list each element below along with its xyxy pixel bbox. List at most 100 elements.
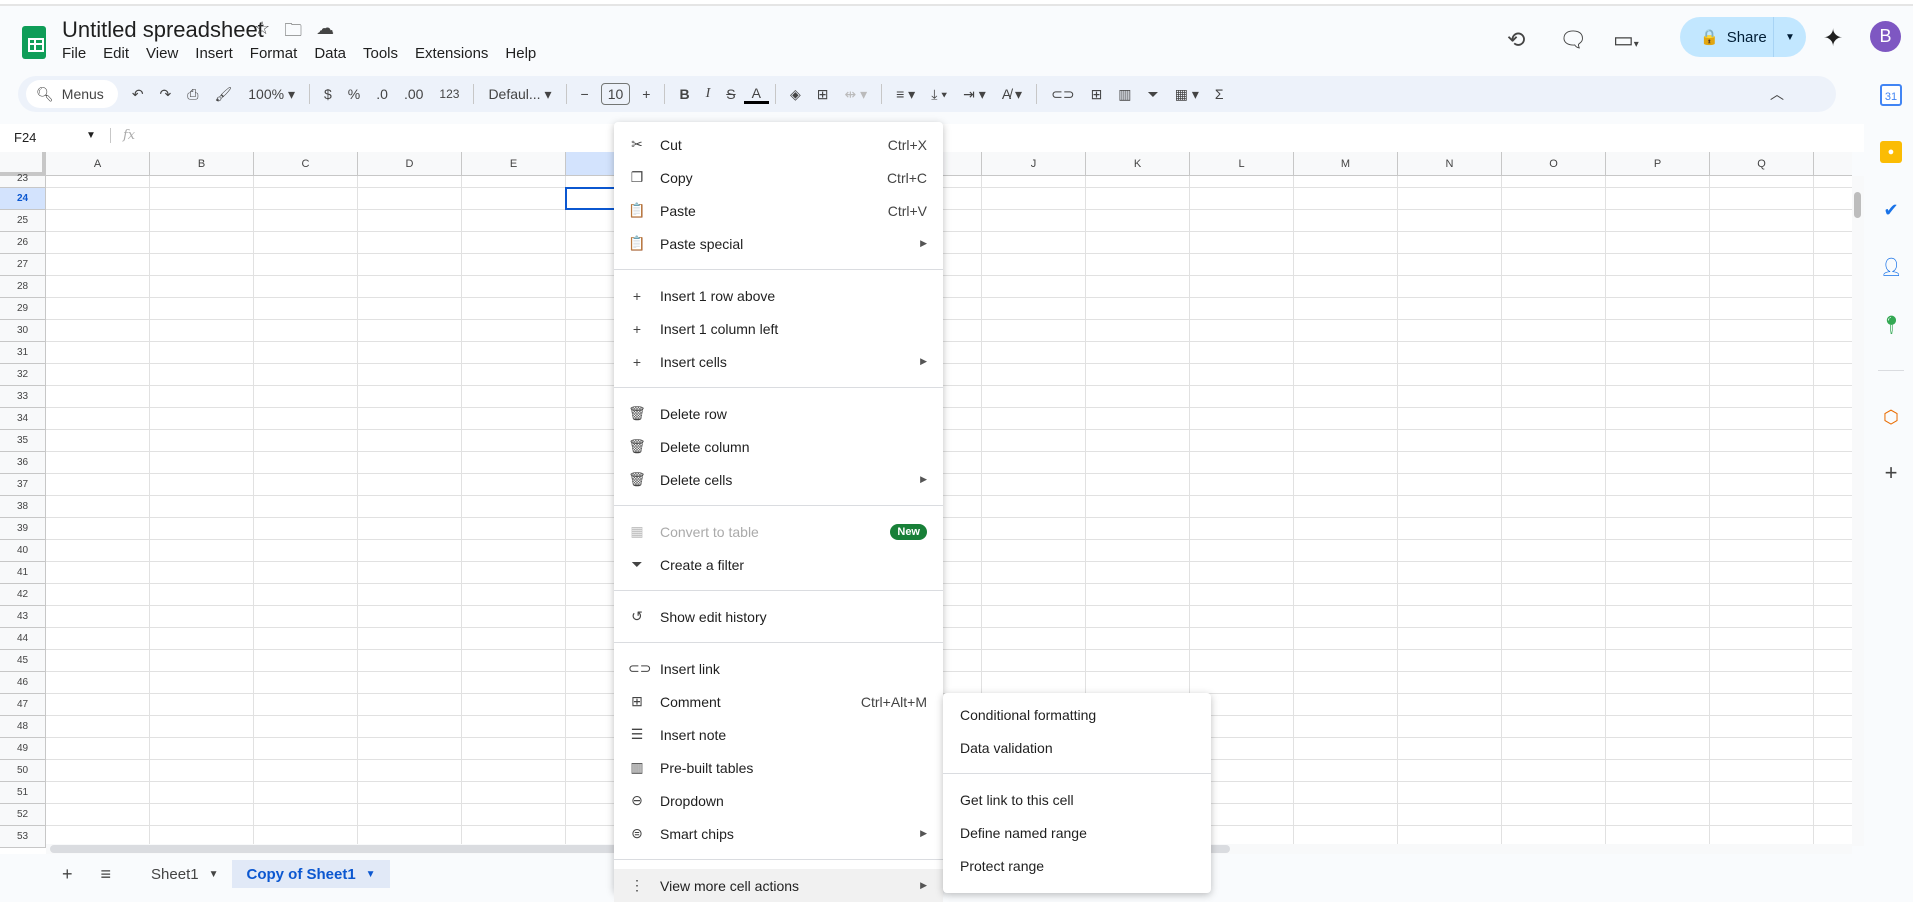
menu-item-copy[interactable]: ❐ Copy Ctrl+C	[614, 161, 943, 194]
row-header-46[interactable]: 46	[0, 672, 46, 694]
strikethrough-icon[interactable]: S	[718, 86, 743, 102]
row-header-25[interactable]: 25	[0, 210, 46, 232]
name-box[interactable]: F24	[14, 130, 36, 145]
row-header-45[interactable]: 45	[0, 650, 46, 672]
text-color-button[interactable]: A	[743, 85, 769, 104]
menu-item-insert-link[interactable]: ⊂⊃ Insert link	[614, 652, 943, 685]
decrease-decimal-button[interactable]: .0	[368, 86, 396, 102]
menu-item-paste-special[interactable]: 📋 Paste special ▶	[614, 227, 943, 260]
row-header-27[interactable]: 27	[0, 254, 46, 276]
menu-data[interactable]: Data	[314, 45, 354, 62]
row-header-37[interactable]: 37	[0, 474, 46, 496]
currency-button[interactable]: $	[316, 86, 340, 102]
column-header-k[interactable]: K	[1086, 152, 1190, 176]
row-header-26[interactable]: 26	[0, 232, 46, 254]
sheet-tab-sheet1[interactable]: Sheet1 ▼	[137, 860, 232, 888]
insert-comment-icon[interactable]: ⊞	[1083, 86, 1111, 103]
row-header-44[interactable]: 44	[0, 628, 46, 650]
undo-icon[interactable]: ↶	[124, 86, 152, 103]
row-header-41[interactable]: 41	[0, 562, 46, 584]
column-header-e[interactable]: E	[462, 152, 566, 176]
row-header-47[interactable]: 47	[0, 694, 46, 716]
calendar-icon[interactable]: 31	[1880, 84, 1902, 106]
version-history-icon[interactable]: ⟲	[1507, 27, 1525, 53]
submenu-item-conditional-formatting[interactable]: Conditional formatting	[943, 698, 1211, 731]
gemini-sparkle-icon[interactable]: ✦	[1823, 24, 1843, 53]
sheet-tab-copy-of-sheet1[interactable]: Copy of Sheet1 ▼	[232, 860, 390, 888]
row-header-50[interactable]: 50	[0, 760, 46, 782]
column-header-c[interactable]: C	[254, 152, 358, 176]
horizontal-align-icon[interactable]: ≡ ▾	[888, 86, 923, 103]
column-header-n[interactable]: N	[1398, 152, 1502, 176]
row-header-48[interactable]: 48	[0, 716, 46, 738]
move-folder-icon[interactable]: 🗀	[284, 18, 302, 48]
menu-item-delete-column[interactable]: 🗑 Delete column	[614, 430, 943, 463]
menu-item-smart-chips[interactable]: ⊜ Smart chips ▶	[614, 817, 943, 850]
font-size-decrease-button[interactable]: −	[573, 86, 597, 102]
comments-icon[interactable]: 🗨	[1559, 27, 1587, 53]
bold-button[interactable]: B	[671, 86, 697, 102]
column-header-partial[interactable]	[1814, 152, 1852, 176]
menu-file[interactable]: File	[62, 45, 94, 62]
menu-item-show-edit-history[interactable]: ↺ Show edit history	[614, 600, 943, 633]
column-header-a[interactable]: A	[46, 152, 150, 176]
menu-format[interactable]: Format	[250, 45, 306, 62]
percent-button[interactable]: %	[340, 86, 368, 102]
font-size-increase-button[interactable]: +	[634, 86, 658, 102]
row-header-51[interactable]: 51	[0, 782, 46, 804]
row-header-34[interactable]: 34	[0, 408, 46, 430]
maps-icon[interactable]: 📍︎	[1880, 314, 1903, 336]
column-header-m[interactable]: M	[1294, 152, 1398, 176]
column-header-o[interactable]: O	[1502, 152, 1606, 176]
functions-icon[interactable]: Σ	[1207, 86, 1232, 102]
row-header-49[interactable]: 49	[0, 738, 46, 760]
column-header-l[interactable]: L	[1190, 152, 1294, 176]
paint-format-icon[interactable]: 🖌︎	[206, 86, 240, 103]
menu-view[interactable]: View	[146, 45, 186, 62]
keep-icon[interactable]: ●	[1880, 141, 1902, 163]
row-header-29[interactable]: 29	[0, 298, 46, 320]
row-header-43[interactable]: 43	[0, 606, 46, 628]
submenu-item-protect-range[interactable]: Protect range	[943, 849, 1211, 882]
menu-item-cut[interactable]: ✂ Cut Ctrl+X	[614, 128, 943, 161]
borders-icon[interactable]: ⊞	[809, 86, 837, 103]
menu-item-insert-cells[interactable]: + Insert cells ▶	[614, 345, 943, 378]
insert-link-icon[interactable]: ⊂⊃	[1043, 86, 1082, 103]
get-addons-plus-icon[interactable]: +	[1880, 462, 1902, 484]
column-header-j[interactable]: J	[982, 152, 1086, 176]
print-icon[interactable]: ⎙	[179, 86, 206, 103]
vertical-scrollbar[interactable]	[1852, 176, 1864, 846]
insert-chart-icon[interactable]: ▥	[1110, 86, 1139, 103]
menu-item-insert-1-row-above[interactable]: + Insert 1 row above	[614, 279, 943, 312]
collapse-toolbar-icon[interactable]: ︿	[1770, 84, 1784, 104]
tasks-icon[interactable]: ✔	[1880, 199, 1902, 221]
menu-insert[interactable]: Insert	[195, 45, 241, 62]
row-header-35[interactable]: 35	[0, 430, 46, 452]
font-size-input[interactable]: 10	[600, 83, 631, 105]
menu-extensions[interactable]: Extensions	[415, 45, 496, 62]
row-header-30[interactable]: 30	[0, 320, 46, 342]
row-header-52[interactable]: 52	[0, 804, 46, 826]
menu-help[interactable]: Help	[505, 45, 544, 62]
row-header-42[interactable]: 42	[0, 584, 46, 606]
filter-icon[interactable]: ⏷	[1140, 86, 1167, 103]
menu-item-view-more-cell-actions[interactable]: ⋮ View more cell actions ▶	[614, 869, 943, 902]
menu-tools[interactable]: Tools	[363, 45, 406, 62]
submenu-item-data-validation[interactable]: Data validation	[943, 731, 1211, 764]
menu-item-paste[interactable]: 📋 Paste Ctrl+V	[614, 194, 943, 227]
row-header-31[interactable]: 31	[0, 342, 46, 364]
zoom-select[interactable]: 100% ▾	[240, 86, 303, 103]
font-select[interactable]: Defaul... ▾	[480, 86, 559, 103]
row-header-38[interactable]: 38	[0, 496, 46, 518]
menu-item-delete-row[interactable]: 🗑 Delete row	[614, 397, 943, 430]
name-box-dropdown-icon[interactable]: ▼	[86, 130, 96, 141]
number-format-button[interactable]: 123	[431, 87, 467, 101]
tab-dropdown-icon[interactable]: ▼	[209, 869, 219, 880]
filter-views-icon[interactable]: ▦ ▾	[1167, 86, 1207, 103]
add-sheet-button[interactable]: +	[48, 860, 87, 888]
menu-item-insert-1-column-left[interactable]: + Insert 1 column left	[614, 312, 943, 345]
submenu-item-define-named-range[interactable]: Define named range	[943, 816, 1211, 849]
merge-cells-icon[interactable]: ⇹ ▾	[836, 86, 875, 103]
submenu-item-get-link-to-this-cell[interactable]: Get link to this cell	[943, 783, 1211, 816]
menu-edit[interactable]: Edit	[103, 45, 137, 62]
